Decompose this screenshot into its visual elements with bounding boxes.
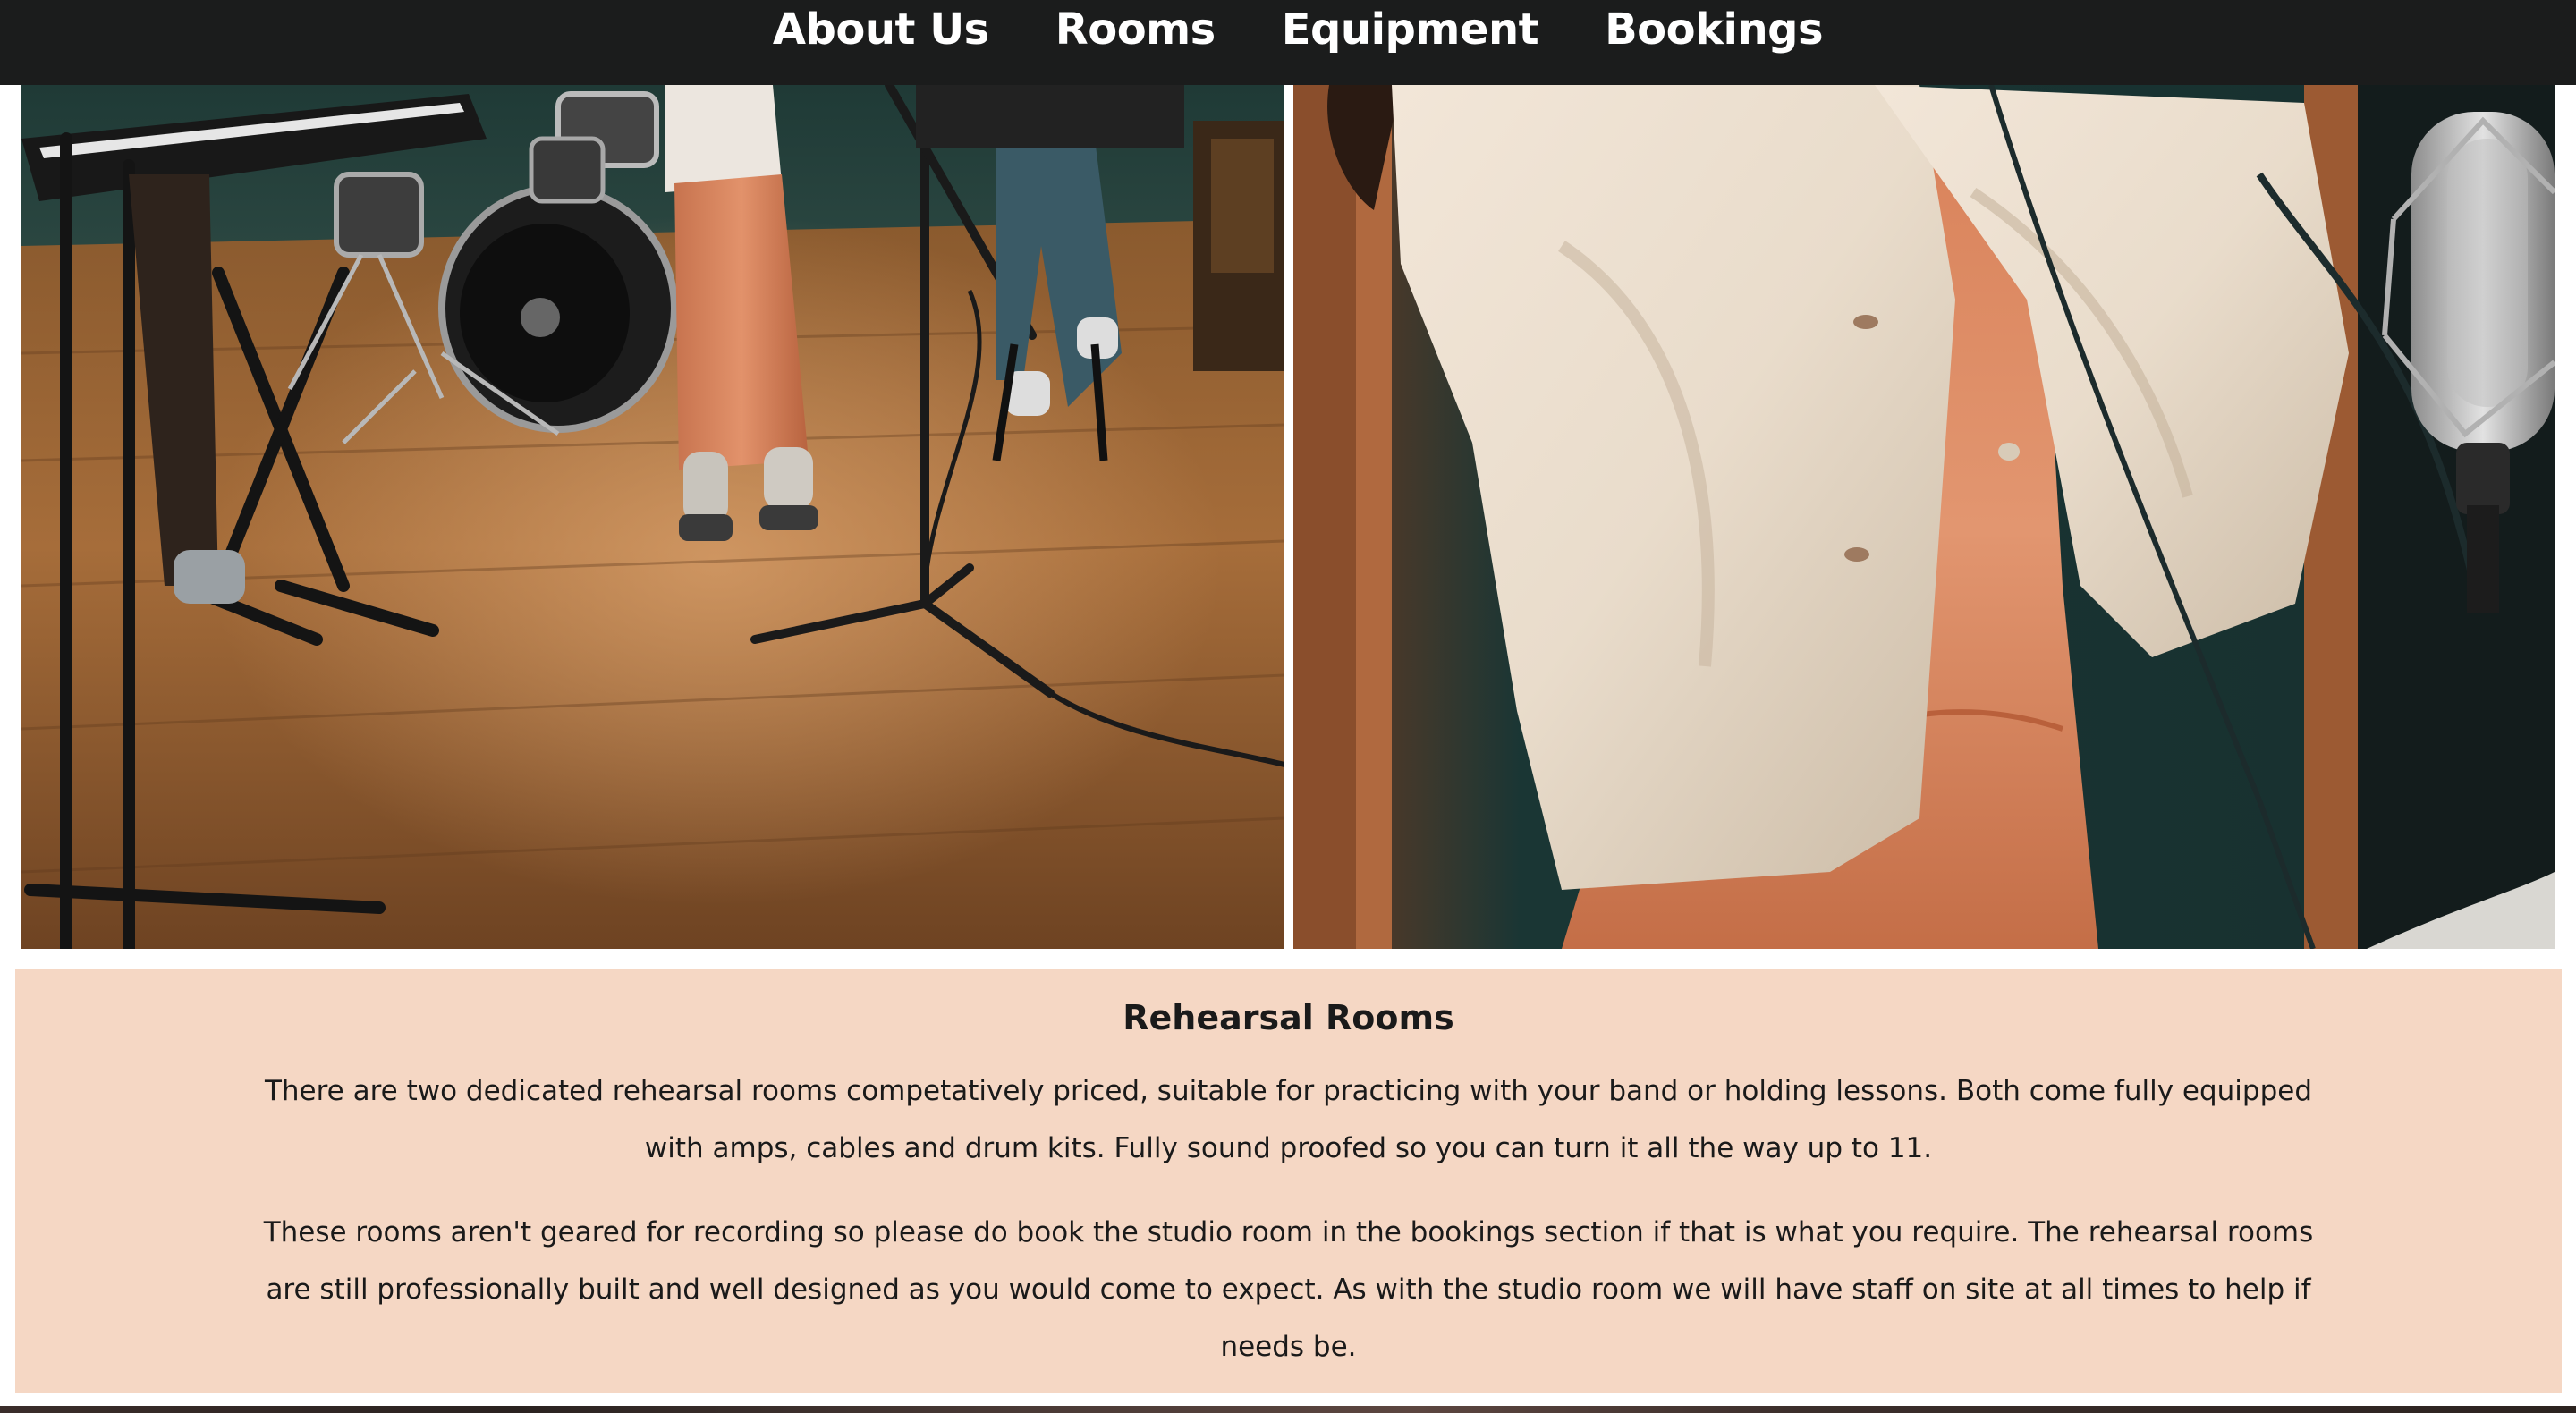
next-section-image-edge bbox=[0, 1406, 2576, 1413]
rehearsal-room-photo bbox=[21, 85, 1284, 949]
nav-link-about-us[interactable]: About Us bbox=[773, 4, 989, 55]
rehearsal-rooms-section: Rehearsal Rooms There are two dedicated … bbox=[15, 969, 2562, 1393]
studio-singer-photo bbox=[1293, 85, 2555, 949]
nav-link-equipment[interactable]: Equipment bbox=[1282, 4, 1539, 55]
description-paragraph-1: There are two dedicated rehearsal rooms … bbox=[264, 1075, 2313, 1164]
nav-link-rooms[interactable]: Rooms bbox=[1055, 4, 1216, 55]
nav-link-bookings[interactable]: Bookings bbox=[1605, 4, 1824, 55]
section-title: Rehearsal Rooms bbox=[1123, 998, 1454, 1037]
main-nav: About Us Rooms Equipment Bookings bbox=[773, 0, 1824, 55]
top-navbar: About Us Rooms Equipment Bookings bbox=[0, 0, 2576, 85]
description-paragraph-2: These rooms aren't geared for recording … bbox=[263, 1216, 2314, 1363]
